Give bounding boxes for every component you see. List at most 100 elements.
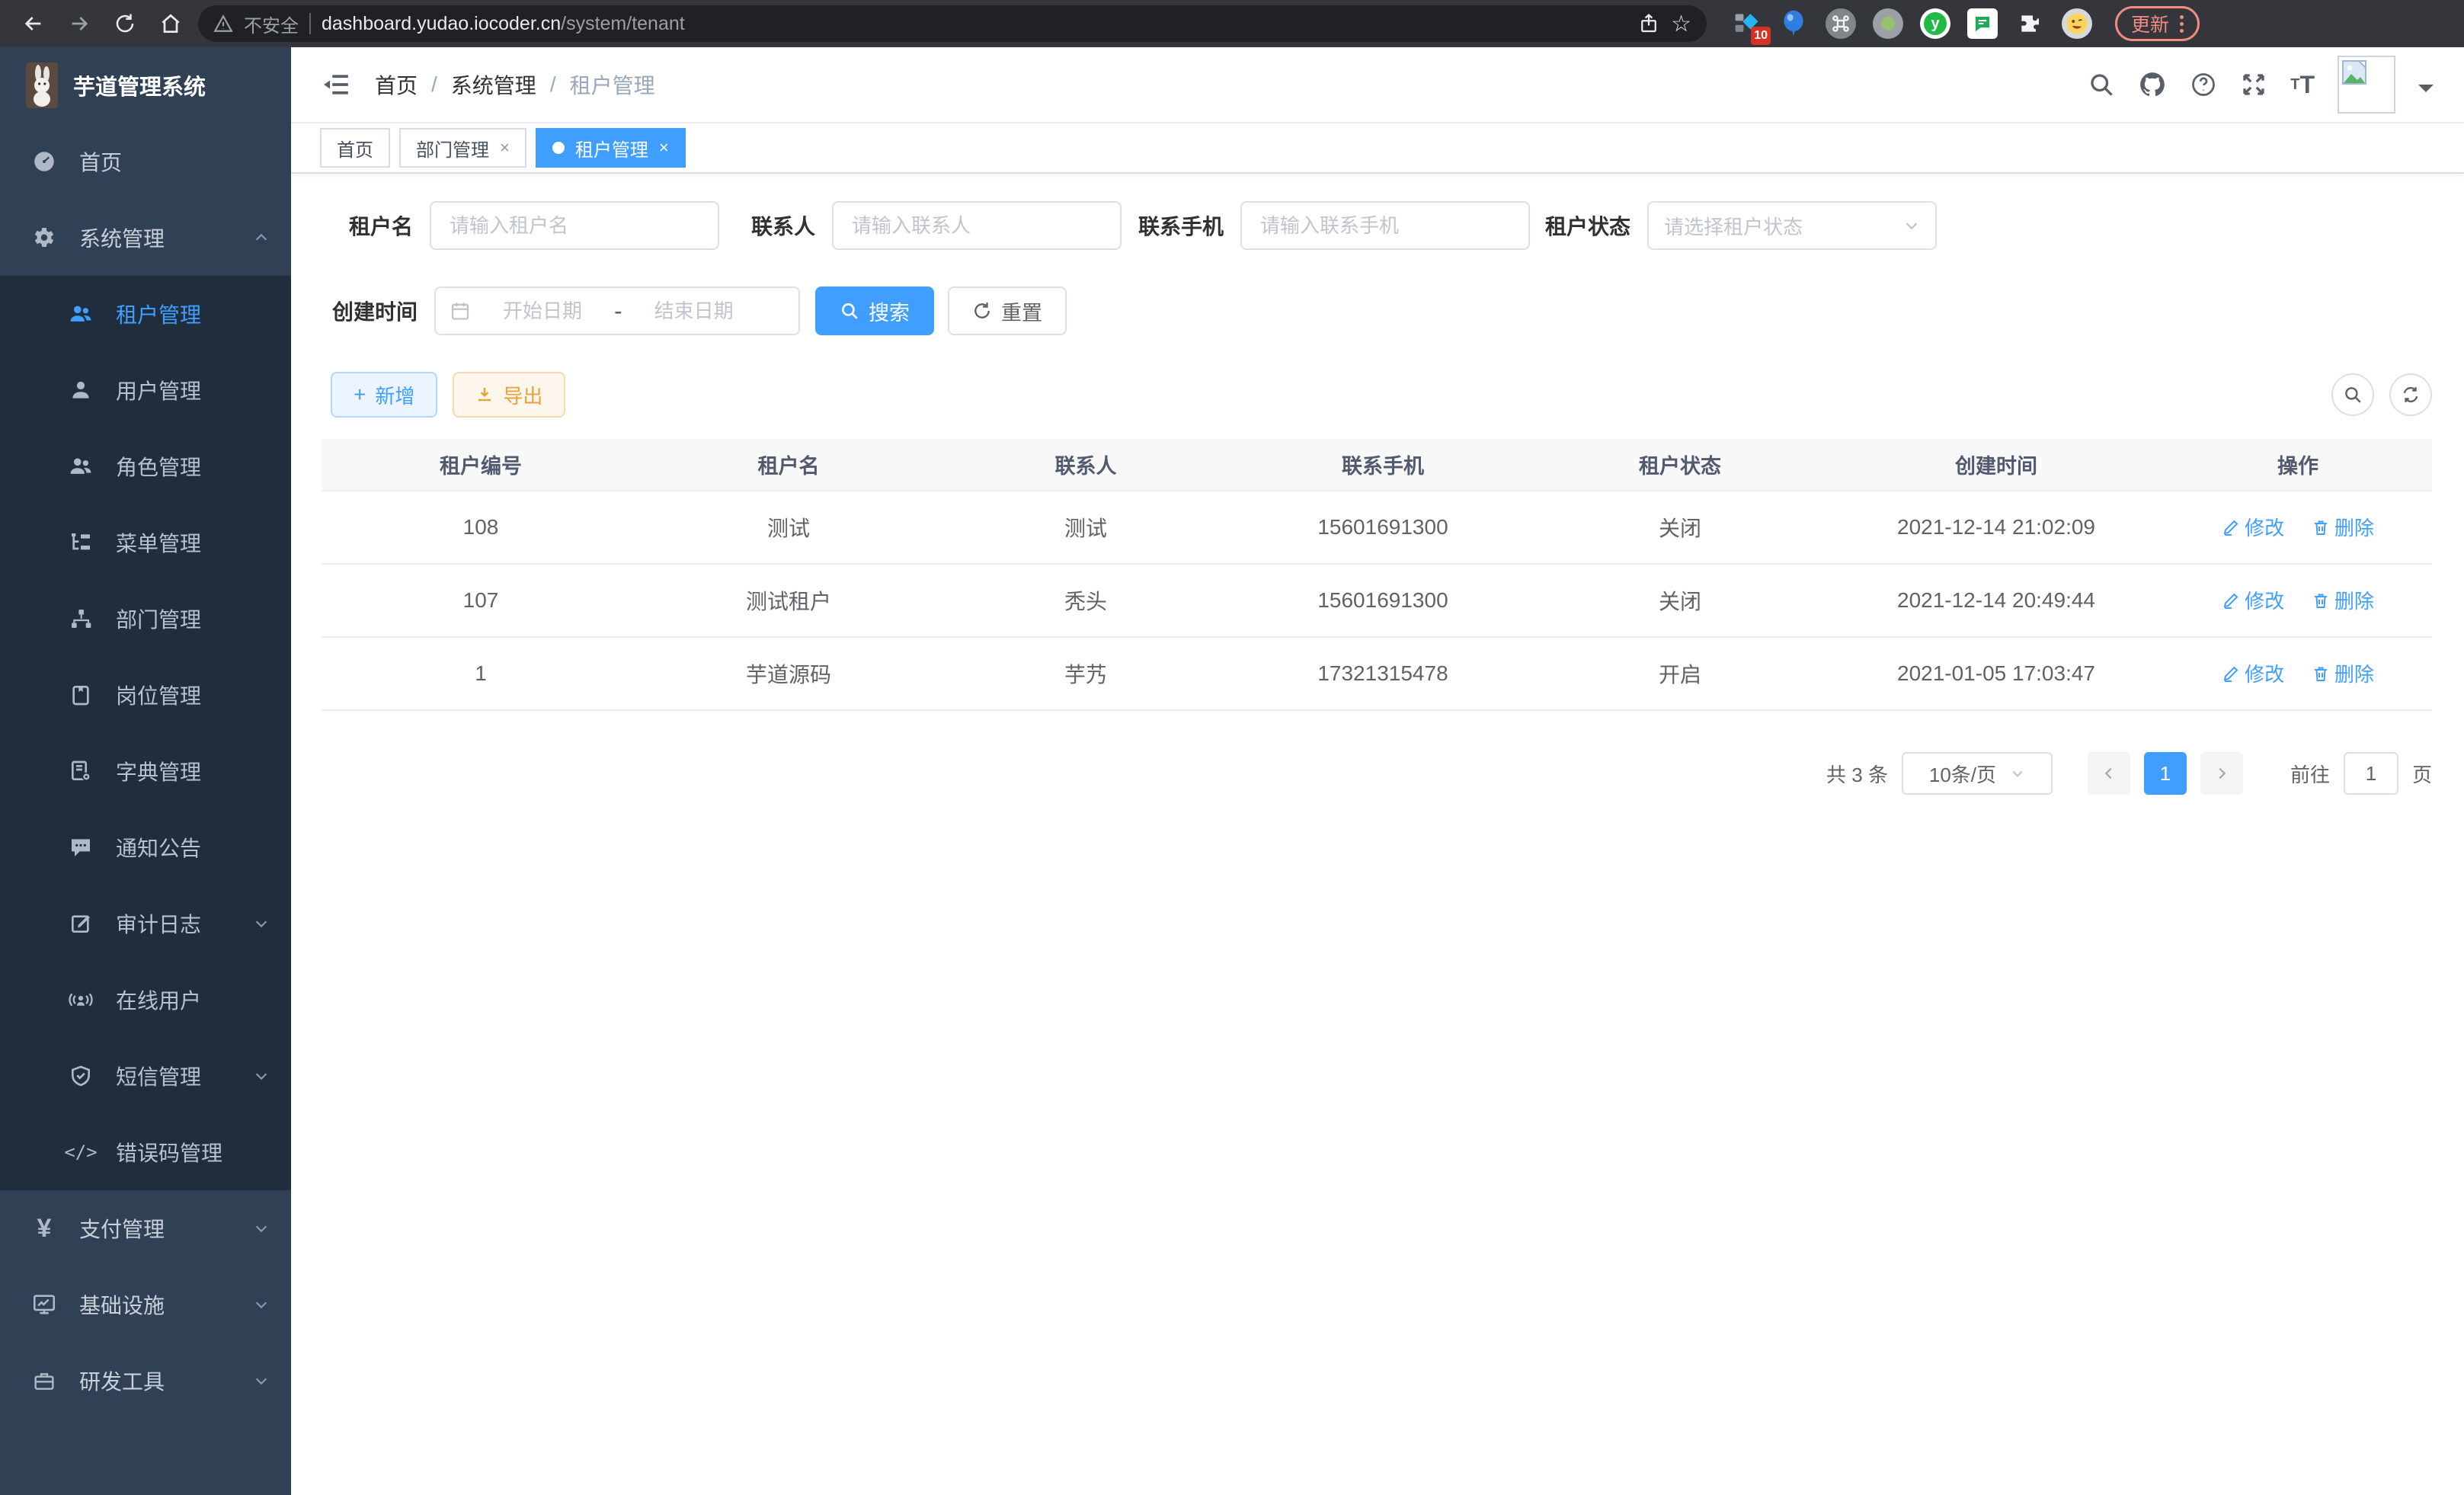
status-label: 租户状态 [1545, 210, 1630, 241]
breadcrumb-system[interactable]: 系统管理 [451, 69, 536, 100]
col-mobile: 联系手机 [1234, 439, 1531, 491]
share-icon[interactable] [1637, 12, 1660, 35]
edit-button[interactable]: 修改 [2222, 586, 2284, 614]
close-icon[interactable]: × [659, 138, 669, 158]
briefcase-icon [30, 1369, 58, 1393]
help-icon[interactable] [2190, 71, 2217, 98]
sidebar-item-system[interactable]: 系统管理 [0, 200, 291, 276]
extension-y-icon[interactable]: y [1920, 8, 1950, 39]
back-icon[interactable] [15, 5, 52, 42]
date-range-picker[interactable]: - [434, 287, 800, 335]
refresh-table-button[interactable] [2389, 373, 2432, 416]
cell-contact: 芋艿 [937, 637, 1234, 710]
sidebar-item-user[interactable]: 用户管理 [0, 352, 291, 428]
page-1-button[interactable]: 1 [2144, 752, 2187, 795]
home-icon[interactable] [152, 5, 189, 42]
browser-update-button[interactable]: 更新 [2115, 6, 2200, 41]
sidebar-item-post[interactable]: 岗位管理 [0, 657, 291, 733]
sidebar-item-sms[interactable]: 短信管理 [0, 1038, 291, 1114]
code-icon: </> [67, 1141, 94, 1163]
security-label[interactable]: 不安全 [244, 11, 299, 37]
user-avatar-broken-image[interactable] [2338, 56, 2395, 114]
search-icon[interactable] [2088, 71, 2115, 98]
user-menu-caret-icon[interactable] [2418, 85, 2434, 100]
topbar: 首页 / 系统管理 / 租户管理 TT [291, 47, 2464, 123]
profile-avatar-icon[interactable] [2062, 8, 2092, 39]
breadcrumb-separator: / [431, 72, 437, 97]
extension-command-icon[interactable] [1826, 8, 1856, 39]
close-icon[interactable]: × [500, 138, 510, 158]
extensions-puzzle-icon[interactable] [2014, 8, 2045, 39]
sidebar-item-devtools[interactable]: 研发工具 [0, 1343, 291, 1419]
tab-home[interactable]: 首页 [320, 128, 390, 168]
chevron-down-icon [253, 915, 270, 932]
sidebar-item-dept[interactable]: 部门管理 [0, 581, 291, 657]
tenant-name-input[interactable] [430, 201, 719, 250]
sidebar-item-pay[interactable]: ¥ 支付管理 [0, 1190, 291, 1266]
user-icon [67, 378, 94, 402]
extension-wallet-icon[interactable]: 10 [1731, 8, 1762, 39]
reload-icon[interactable] [107, 5, 143, 42]
extension-dot-icon[interactable] [1873, 8, 1903, 39]
reset-button[interactable]: 重置 [948, 287, 1067, 335]
page-size-select[interactable]: 10条/页 [1902, 752, 2053, 795]
breadcrumb-home[interactable]: 首页 [375, 69, 418, 100]
edit-button[interactable]: 修改 [2222, 659, 2284, 687]
github-icon[interactable] [2138, 70, 2167, 99]
range-separator: - [614, 297, 622, 325]
calendar-icon [450, 300, 471, 322]
fullscreen-icon[interactable] [2240, 71, 2267, 98]
contact-input[interactable] [832, 201, 1122, 250]
delete-button[interactable]: 删除 [2312, 513, 2374, 541]
forward-icon[interactable] [61, 5, 98, 42]
tab-dept[interactable]: 部门管理× [399, 128, 526, 168]
gear-icon [30, 225, 58, 251]
topbar-actions: TT [2088, 56, 2434, 114]
add-button[interactable]: + 新增 [331, 372, 437, 418]
extensions-row: 10 y 更新 [1731, 6, 2200, 41]
font-size-icon[interactable]: TT [2290, 71, 2315, 99]
status-select[interactable]: 请选择租户状态 [1647, 201, 1937, 250]
sidebar-item-notice[interactable]: 通知公告 [0, 809, 291, 885]
sidebar-item-tenant[interactable]: 租户管理 [0, 276, 291, 352]
sidebar-item-infra[interactable]: 基础设施 [0, 1266, 291, 1343]
contact-label: 联系人 [751, 210, 815, 241]
breadcrumb-current: 租户管理 [570, 69, 655, 100]
extension-chat-icon[interactable] [1967, 8, 1998, 39]
yen-icon: ¥ [30, 1214, 58, 1244]
show-search-toggle-button[interactable] [2331, 373, 2374, 416]
address-bar[interactable]: 不安全 dashboard.yudao.iocoder.cn/system/te… [198, 5, 1707, 42]
tab-tenant[interactable]: 租户管理× [536, 128, 686, 168]
edit-button[interactable]: 修改 [2222, 513, 2284, 541]
sidebar-item-menu[interactable]: 菜单管理 [0, 504, 291, 581]
search-button[interactable]: 搜索 [815, 287, 934, 335]
goto-label: 前往 [2290, 760, 2330, 788]
sidebar-item-audit-log[interactable]: 审计日志 [0, 885, 291, 962]
active-tab-dot [552, 142, 565, 154]
goto-page-input[interactable] [2344, 752, 2398, 795]
message-icon [67, 835, 94, 860]
extension-badge: 10 [1751, 27, 1771, 45]
bookmark-star-icon[interactable]: ☆ [1671, 11, 1691, 37]
chevron-up-icon [253, 229, 270, 246]
sidebar-item-dict[interactable]: 字典管理 [0, 733, 291, 809]
browser-menu-icon[interactable] [2180, 15, 2184, 33]
delete-button[interactable]: 删除 [2312, 659, 2374, 687]
tree-icon [67, 530, 94, 555]
prev-page-button[interactable] [2088, 752, 2130, 795]
col-tenant-name: 租户名 [640, 439, 937, 491]
next-page-button[interactable] [2200, 752, 2243, 795]
sidebar-item-role[interactable]: 角色管理 [0, 428, 291, 504]
export-button[interactable]: 导出 [453, 372, 565, 418]
delete-button[interactable]: 删除 [2312, 586, 2374, 614]
sidebar-item-online-users[interactable]: 在线用户 [0, 962, 291, 1038]
page-url[interactable]: dashboard.yudao.iocoder.cn/system/tenant [322, 13, 685, 35]
collapse-sidebar-icon[interactable] [322, 72, 350, 98]
start-date-input[interactable] [477, 299, 608, 323]
sidebar-item-errcode[interactable]: </> 错误码管理 [0, 1114, 291, 1190]
end-date-input[interactable] [629, 299, 760, 323]
extension-balloon-icon[interactable] [1778, 8, 1809, 39]
mobile-input[interactable] [1240, 201, 1530, 250]
sidebar-item-home[interactable]: 首页 [0, 123, 291, 200]
col-tenant-id: 租户编号 [322, 439, 640, 491]
